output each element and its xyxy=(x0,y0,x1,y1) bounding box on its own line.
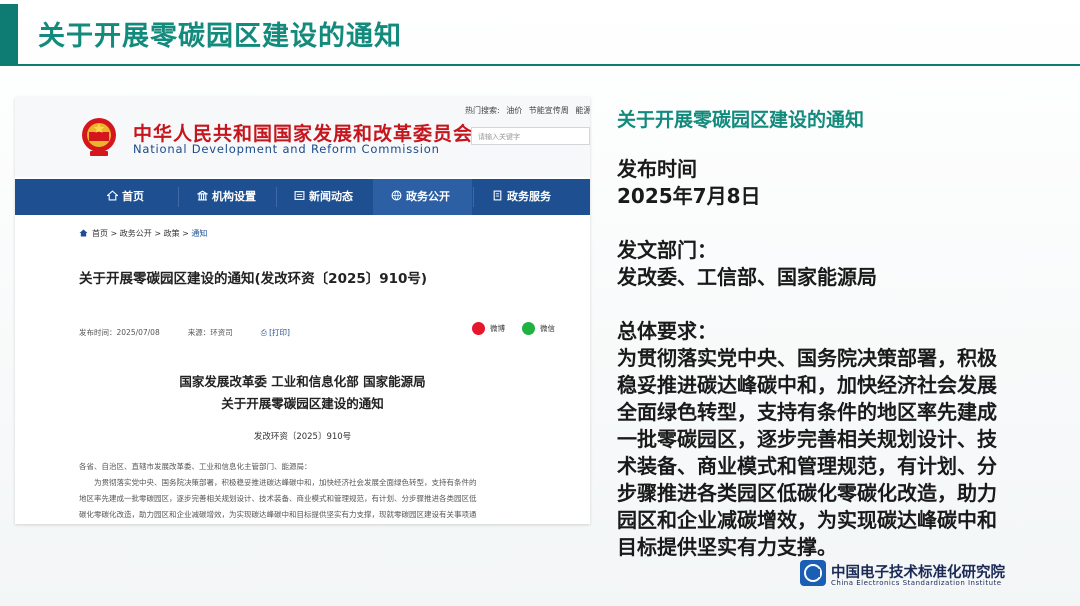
breadcrumb-item[interactable]: 政策 xyxy=(164,229,180,238)
weibo-icon xyxy=(472,322,485,335)
doc-meta: 发布时间：2025/07/08 来源：环资司 ⎙ [打印] xyxy=(79,327,290,338)
breadcrumb-item[interactable]: 政务公开 xyxy=(120,229,152,238)
print-link[interactable]: [打印] xyxy=(269,328,290,337)
requirements-line: 全面绿色转型，支持有条件的地区率先建成 xyxy=(617,400,997,424)
requirements-line: 园区和企业减碳增效，为实现碳达峰碳中和 xyxy=(617,508,997,532)
breadcrumb: 首页 > 政务公开 > 政策 > 通知 xyxy=(79,228,207,239)
site-navbar: 首页 机构设置 新闻动态 政务公开 政务服务 xyxy=(15,179,590,215)
doc-number: 发改环资〔2025〕910号 xyxy=(253,432,352,442)
document-icon xyxy=(493,190,502,201)
requirements-line: 目标提供坚实有力支撑。 xyxy=(617,535,837,559)
nav-home-label: 首页 xyxy=(122,190,144,203)
nav-org-structure[interactable]: 机构设置 xyxy=(197,179,256,215)
national-emblem-icon xyxy=(82,118,116,156)
source-label: 来源： xyxy=(187,328,211,337)
news-icon xyxy=(294,191,305,200)
nav-separator xyxy=(276,187,277,207)
share-weibo-label: 微博 xyxy=(490,324,505,333)
home-icon xyxy=(107,190,118,201)
body-line: 碳化零碳化改造，助力园区和企业减碳增效，为实现碳达峰碳中和目标提供坚实有力支撑，… xyxy=(79,510,477,519)
share-wechat-label: 微信 xyxy=(540,324,555,333)
requirements-heading: 总体要求： xyxy=(617,319,717,343)
body-line: 各省、自治区、直辖市发展改革委、工业和信息化主管部门、能源局： xyxy=(79,462,312,471)
source-value: 环资司 xyxy=(210,328,233,337)
hot-search-term[interactable]: 油价 xyxy=(506,106,522,115)
publish-date-section: 发布时间 2025年7月8日 xyxy=(617,156,761,210)
breadcrumb-sep: > xyxy=(154,229,162,238)
globe-icon xyxy=(391,190,402,201)
building-icon xyxy=(197,190,208,201)
requirements-line: 一批零碳园区，逐步完善相关规划设计、技 xyxy=(617,427,997,451)
hot-search: 热门搜索: 油价 节能宣传周 能源 xyxy=(465,105,590,116)
requirements-section: 总体要求： 为贯彻落实党中央、国务院决策部署，积极 稳妥推进碳达峰碳中和，加快经… xyxy=(617,318,997,561)
cesi-logo-icon xyxy=(800,560,826,586)
nav-gov-affairs-label: 政务公开 xyxy=(406,190,450,203)
nav-gov-services[interactable]: 政务服务 xyxy=(492,179,551,215)
wechat-icon xyxy=(522,322,535,335)
requirements-line: 步骤推进各类园区低碳化零碳化改造，助力 xyxy=(617,481,997,505)
hot-search-label: 热门搜索: xyxy=(465,106,500,115)
hot-search-term[interactable]: 节能宣传周 xyxy=(529,106,569,115)
summary-title: 关于开展零碳园区建设的通知 xyxy=(617,109,865,131)
requirements-line: 为贯彻落实党中央、国务院决策部署，积极 xyxy=(617,346,997,370)
nav-separator xyxy=(178,187,179,207)
publish-date: 2025/07/08 xyxy=(116,328,160,337)
requirements-line: 术装备、商业模式和管理规范，有计划、分 xyxy=(617,454,997,478)
breadcrumb-item[interactable]: 首页 xyxy=(92,229,108,238)
share-wechat[interactable]: 微信 xyxy=(522,322,555,335)
requirements-line: 稳妥推进碳达峰碳中和，加快经济社会发展 xyxy=(617,373,997,397)
home-icon xyxy=(79,229,88,237)
body-line: 为贯彻落实党中央、国务院决策部署，积极稳妥推进碳达峰碳中和，加快经济社会发展全面… xyxy=(79,478,477,487)
cesi-logo-en: China Electronics Standardization Instit… xyxy=(831,579,1002,587)
department-value: 发改委、工信部、国家能源局 xyxy=(617,265,877,289)
slide-title: 关于开展零碳园区建设的通知 xyxy=(38,21,402,52)
nav-news[interactable]: 新闻动态 xyxy=(294,179,353,215)
site-search-input[interactable]: 请输入关键字 xyxy=(471,127,590,145)
title-divider xyxy=(18,64,1080,66)
breadcrumb-sep: > xyxy=(182,229,189,238)
title-accent-bar xyxy=(0,4,18,66)
printer-icon: ⎙ xyxy=(260,328,270,337)
breadcrumb-current[interactable]: 通知 xyxy=(191,229,207,238)
webpage-screenshot: 中华人民共和国国家发展和改革委员会 National Development a… xyxy=(15,97,590,524)
publish-label: 发布时间： xyxy=(79,328,117,337)
nav-news-label: 新闻动态 xyxy=(309,190,353,203)
issuer-line-1: 国家发展改革委 工业和信息化部 国家能源局 xyxy=(179,374,426,389)
nav-gov-affairs[interactable]: 政务公开 xyxy=(373,179,472,215)
nav-gov-services-label: 政务服务 xyxy=(507,190,551,203)
body-line: 地区率先建成一批零碳园区，逐步完善相关规划设计、技术装备、商业模式和管理规范，有… xyxy=(79,494,477,503)
publish-date-heading: 发布时间 xyxy=(617,157,697,181)
breadcrumb-sep: > xyxy=(110,229,118,238)
site-org-name-en: National Development and Reform Commissi… xyxy=(133,142,440,156)
share-weibo[interactable]: 微博 xyxy=(472,322,505,335)
nav-org-structure-label: 机构设置 xyxy=(212,190,256,203)
issuer-line-2: 关于开展零碳园区建设的通知 xyxy=(221,396,384,411)
nav-home[interactable]: 首页 xyxy=(107,179,144,215)
hot-search-term[interactable]: 能源 xyxy=(575,106,590,115)
department-heading: 发文部门： xyxy=(617,238,717,262)
publish-date-value: 2025年7月8日 xyxy=(617,184,761,208)
nav-separator xyxy=(473,187,474,207)
doc-title: 关于开展零碳园区建设的通知(发改环资〔2025〕910号) xyxy=(79,271,428,287)
department-section: 发文部门： 发改委、工信部、国家能源局 xyxy=(617,237,877,291)
